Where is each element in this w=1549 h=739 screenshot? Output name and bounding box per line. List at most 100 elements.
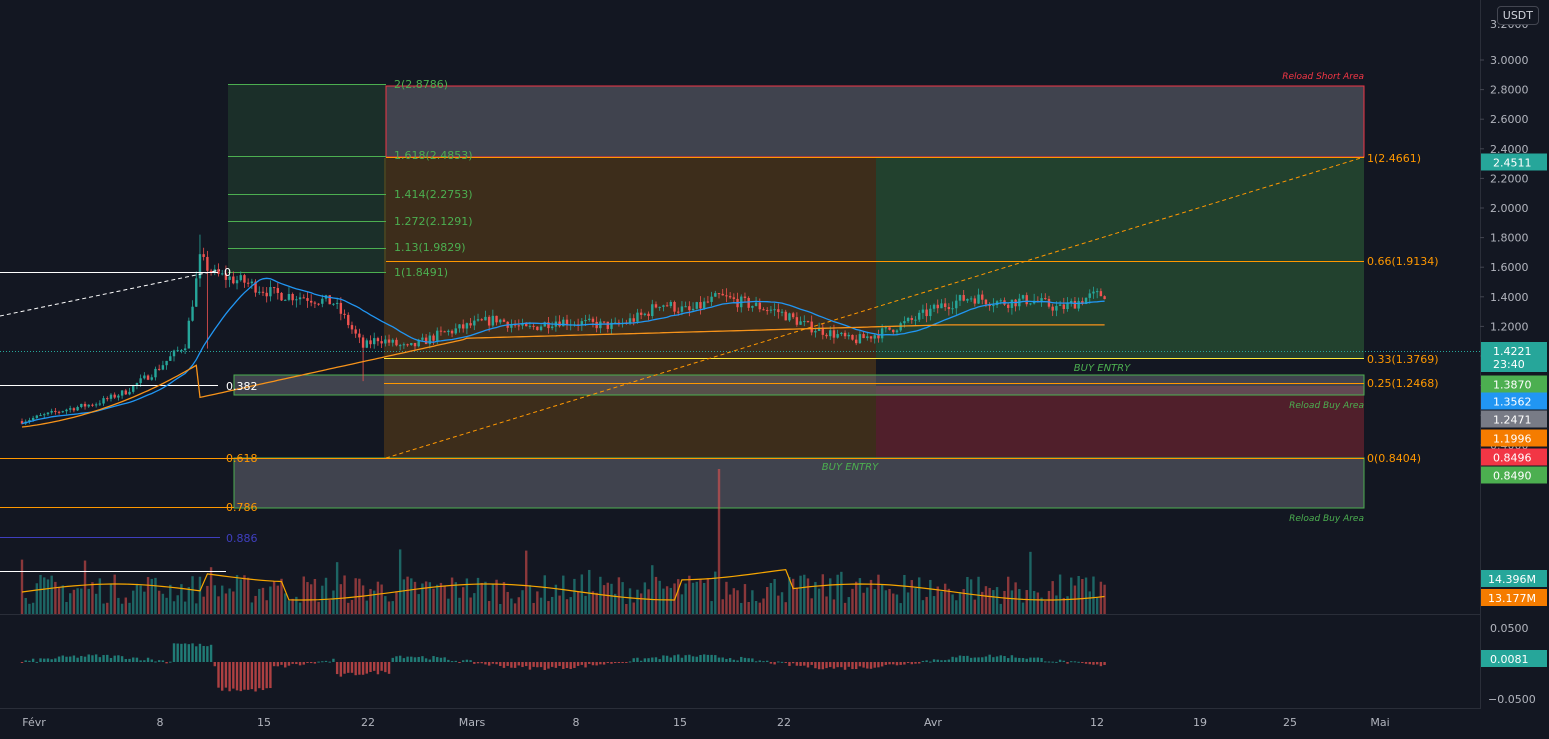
- oscillator-bar: [973, 657, 977, 662]
- oscillator-bar: [539, 662, 543, 668]
- candle-body: [932, 304, 936, 309]
- oscillator-bar: [766, 660, 769, 662]
- oscillator-bar: [124, 659, 128, 662]
- oscillator-bar: [643, 658, 647, 662]
- price-badge-value: 1.1996: [1493, 433, 1532, 446]
- oscillator-bar: [921, 660, 925, 662]
- candle-body: [766, 310, 769, 312]
- volume-bar: [791, 578, 795, 614]
- candle-body: [780, 311, 784, 313]
- candle-body: [391, 339, 394, 343]
- drawing-label: 1(1.8491): [394, 266, 448, 279]
- volume-bar: [873, 589, 876, 614]
- candle-body: [584, 319, 587, 322]
- price-tick: 2.2000: [1490, 172, 1529, 185]
- time-label: 25: [1283, 716, 1297, 729]
- candle-body: [332, 303, 335, 305]
- oscillator-bar: [602, 662, 606, 665]
- currency-badge[interactable]: USDT: [1496, 6, 1539, 25]
- position-stop-zone: [876, 386, 1364, 458]
- time-label: 15: [257, 716, 271, 729]
- volume-bar: [61, 585, 64, 614]
- drawing-label: 0: [224, 266, 231, 279]
- oscillator-bar: [958, 655, 962, 662]
- candle-body: [684, 306, 687, 308]
- volume-bar: [20, 559, 24, 614]
- trading-chart[interactable]: 0 0.382 0.618 0.786 0.886 2(2.8786) 1.618(2.48…: [0, 0, 1549, 735]
- drawing-label: 1.272(2.1291): [394, 215, 473, 228]
- volume-bar: [702, 582, 706, 614]
- candle-body: [154, 368, 157, 378]
- time-axis[interactable]: Févr 8 15 22 Mars 8 15 22 Avr 12 19 25 Mai: [22, 716, 1389, 729]
- oscillator-bar: [636, 657, 639, 662]
- volume-bar: [662, 588, 665, 614]
- volume-bar: [943, 583, 947, 614]
- oscillator-bar: [1032, 657, 1036, 662]
- candle-body: [899, 323, 902, 331]
- oscillator-bar: [46, 658, 50, 662]
- candle-body: [432, 335, 435, 341]
- oscillator-bar: [988, 654, 991, 662]
- volume-bar: [1047, 590, 1051, 614]
- candle-body: [806, 321, 810, 323]
- oscillator-bar: [550, 662, 554, 667]
- oscillator-bar: [61, 655, 64, 662]
- volume-bar: [276, 585, 280, 614]
- oscillator-bar: [65, 656, 68, 662]
- candle-body: [157, 368, 161, 370]
- volume-bar: [258, 588, 261, 614]
- oscillator-bar: [688, 654, 691, 662]
- candle-body: [502, 319, 506, 322]
- oscillator-bar: [832, 662, 836, 669]
- candle-body: [943, 303, 947, 308]
- candle-body: [484, 316, 487, 321]
- oscillator-bar: [632, 658, 635, 662]
- volume-bar: [243, 575, 246, 614]
- candle-body: [910, 317, 913, 320]
- candle-body: [313, 302, 317, 304]
- volume-bar: [803, 574, 806, 614]
- oscillator-bar: [328, 661, 331, 663]
- volume-bar: [591, 591, 595, 614]
- volume-bar: [35, 583, 39, 614]
- volume-bar: [906, 592, 910, 614]
- oscillator-bar: [658, 659, 661, 662]
- volume-bar: [688, 575, 691, 614]
- volume-bar: [888, 589, 891, 614]
- volume-bar: [410, 578, 413, 614]
- candle-body: [339, 302, 343, 314]
- volume-bar: [402, 579, 406, 614]
- volume-bar: [269, 586, 272, 614]
- oscillator-bar: [1099, 662, 1103, 667]
- oscillator-bar: [947, 659, 951, 662]
- candle-body: [191, 306, 194, 321]
- oscillator-bar: [1003, 656, 1006, 662]
- price-badge-value: 0.8490: [1493, 470, 1532, 483]
- volume-bar: [966, 576, 969, 614]
- volume-bar: [932, 596, 936, 614]
- volume-badge-value: 14.396M: [1488, 573, 1536, 586]
- oscillator-bar: [469, 660, 472, 662]
- candle-body: [647, 313, 650, 317]
- oscillator-bar: [246, 662, 250, 690]
- chart-stage[interactable]: 0 0.382 0.618 0.786 0.886 2(2.8786) 1.618(2.48…: [0, 0, 1549, 735]
- oscillator-bar: [261, 662, 265, 691]
- drawing-label: 2(2.8786): [394, 78, 448, 91]
- volume-bar: [120, 603, 124, 614]
- volume-bar: [918, 577, 921, 614]
- volume-bar: [1095, 597, 1099, 614]
- volume-bar: [510, 598, 513, 614]
- volume-bar: [513, 603, 517, 614]
- fib-extension-zone: [228, 84, 386, 272]
- price-tick: 3.0000: [1490, 54, 1529, 67]
- oscillator-bar: [57, 656, 61, 662]
- volume-bar: [317, 601, 320, 614]
- volume-bar: [447, 598, 450, 614]
- volume-bar: [436, 584, 439, 614]
- candle-body: [132, 385, 135, 392]
- volume-bar: [376, 581, 380, 614]
- candle-body: [925, 309, 928, 317]
- oscillator-bar: [217, 662, 220, 688]
- drawing-label: 0(0.8404): [1367, 452, 1421, 465]
- drawing-label: BUY ENTRY: [822, 462, 879, 473]
